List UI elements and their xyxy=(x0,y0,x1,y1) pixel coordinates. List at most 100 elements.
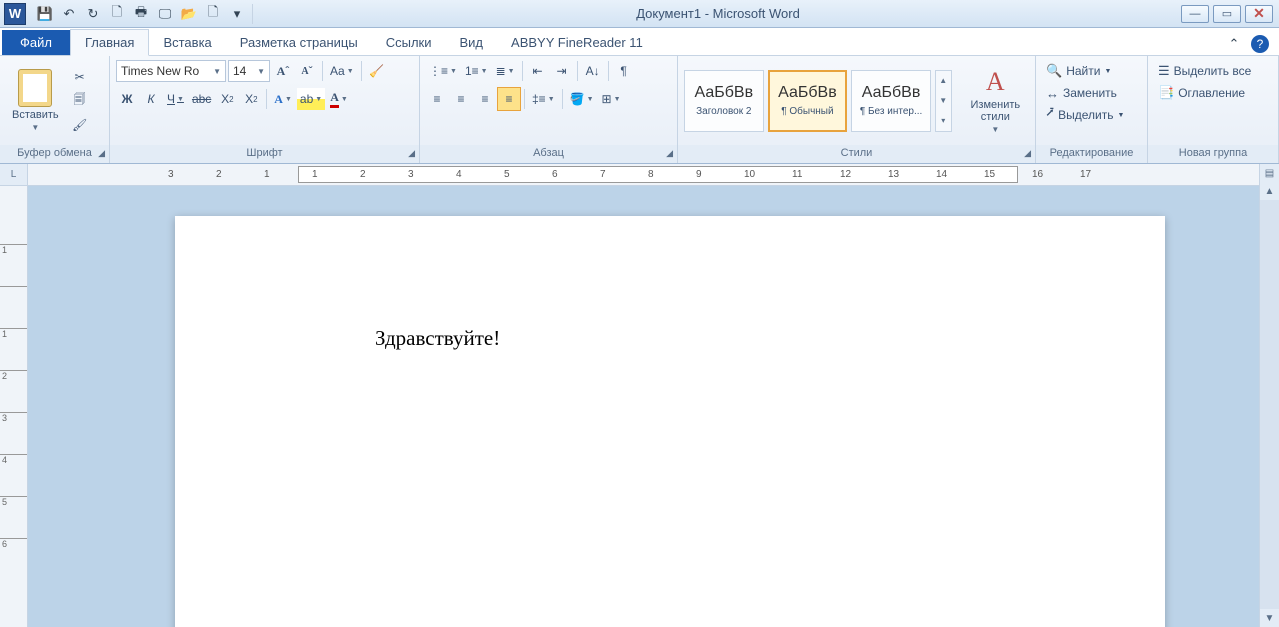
separator xyxy=(577,61,578,81)
shrink-font-icon[interactable]: Aˇ xyxy=(296,60,318,82)
font-color-icon[interactable]: A▼ xyxy=(327,88,351,110)
sort-icon[interactable]: A↓ xyxy=(582,60,604,82)
replace-button[interactable]: ↔Заменить xyxy=(1042,82,1141,104)
justify-icon[interactable]: ≡ xyxy=(498,88,520,110)
tab-home[interactable]: Главная xyxy=(70,29,149,56)
separator xyxy=(524,89,525,109)
bullets-icon[interactable]: ⋮≡▼ xyxy=(426,60,460,82)
copy-icon[interactable]: 🗐 xyxy=(69,90,91,112)
group-label-paragraph: Абзац◢ xyxy=(420,145,677,163)
ruler-toggle-icon[interactable]: ▤ xyxy=(1260,164,1279,182)
decrease-indent-icon[interactable]: ⇤ xyxy=(527,60,549,82)
qat-customize-icon[interactable]: ▾ xyxy=(226,3,248,25)
scroll-up-icon[interactable]: ▲ xyxy=(1260,182,1279,200)
select-button[interactable]: ⭷Выделить▼ xyxy=(1042,104,1141,126)
qat-save-icon[interactable]: 💾 xyxy=(34,3,56,25)
select-all-button[interactable]: ☰Выделить все xyxy=(1154,60,1272,82)
strikethrough-button[interactable]: abc xyxy=(189,88,214,110)
ruler-number: 8 xyxy=(648,169,654,180)
ruler-number: 14 xyxy=(936,169,947,180)
page[interactable]: Здравствуйте! xyxy=(175,216,1165,627)
tab-references[interactable]: Ссылки xyxy=(372,30,446,55)
qat-preview-icon[interactable]: 🖵 xyxy=(154,3,176,25)
tab-abbyy[interactable]: ABBYY FineReader 11 xyxy=(497,30,657,55)
qat-doc-icon[interactable]: 🗋 xyxy=(202,3,224,25)
paste-label: Вставить xyxy=(12,109,59,121)
bold-button[interactable]: Ж xyxy=(116,88,138,110)
style-normal[interactable]: АаБбВв ¶ Обычный xyxy=(768,70,848,132)
qat-new-icon[interactable]: 🗋 xyxy=(106,3,128,25)
show-marks-icon[interactable]: ¶ xyxy=(613,60,635,82)
format-painter-icon[interactable]: 🖌 xyxy=(69,114,91,136)
clear-formatting-icon[interactable]: 🧹 xyxy=(366,60,388,82)
file-tab[interactable]: Файл xyxy=(2,30,70,55)
style-name: Заголовок 2 xyxy=(696,106,751,117)
document-area[interactable]: Здравствуйте! xyxy=(28,186,1259,627)
minimize-ribbon-icon[interactable]: ⌃ xyxy=(1223,33,1245,55)
separator xyxy=(608,61,609,81)
ruler-number: 1 xyxy=(264,169,270,180)
tab-insert[interactable]: Вставка xyxy=(149,30,225,55)
vertical-scrollbar[interactable]: ▤ ▲ ▼ xyxy=(1259,164,1279,627)
italic-button[interactable]: К xyxy=(140,88,162,110)
group-label-editing: Редактирование xyxy=(1036,145,1147,163)
select-all-icon: ☰ xyxy=(1158,63,1170,79)
find-button[interactable]: 🔍Найти▼ xyxy=(1042,60,1141,82)
group-label-font: Шрифт◢ xyxy=(110,145,419,163)
separator xyxy=(562,89,563,109)
toc-button[interactable]: 📑Оглавление xyxy=(1154,82,1272,104)
close-button[interactable]: ✕ xyxy=(1245,5,1273,23)
shading-icon[interactable]: 🪣▼ xyxy=(567,88,597,110)
line-spacing-icon[interactable]: ‡≡▼ xyxy=(529,88,558,110)
cut-icon[interactable]: ✂ xyxy=(69,66,91,88)
scroll-track[interactable] xyxy=(1260,200,1279,609)
tab-view[interactable]: Вид xyxy=(446,30,498,55)
help-icon[interactable]: ? xyxy=(1251,35,1269,53)
group-paragraph: ⋮≡▼ 1≡▼ ≣▼ ⇤ ⇥ A↓ ¶ ≡ ≡ ≡ ≡ ‡≡▼ 🪣▼ ⊞ xyxy=(420,56,678,163)
vertical-ruler[interactable]: 1 1 2 3 4 5 6 xyxy=(0,186,27,627)
qat-open-icon[interactable]: 📂 xyxy=(178,3,200,25)
ruler-number: 15 xyxy=(984,169,995,180)
style-heading2[interactable]: АаБбВв Заголовок 2 xyxy=(684,70,764,132)
superscript-button[interactable]: X2 xyxy=(240,88,262,110)
main-column: 3211234567891011121314151617 Здравствуйт… xyxy=(28,164,1259,627)
ruler-number: 10 xyxy=(744,169,755,180)
align-right-icon[interactable]: ≡ xyxy=(474,88,496,110)
dialog-launcher-icon[interactable]: ◢ xyxy=(1024,148,1031,159)
highlight-icon[interactable]: ab▼ xyxy=(297,88,325,110)
align-center-icon[interactable]: ≡ xyxy=(450,88,472,110)
font-name-combo[interactable]: Times New Ro▼ xyxy=(116,60,226,82)
tab-selector-icon[interactable]: L xyxy=(0,164,27,186)
underline-button[interactable]: Ч▼ xyxy=(164,88,187,110)
qat-print-icon[interactable]: 🖶 xyxy=(130,3,152,25)
text-effects-icon[interactable]: A▼ xyxy=(271,88,295,110)
numbering-icon[interactable]: 1≡▼ xyxy=(462,60,491,82)
dialog-launcher-icon[interactable]: ◢ xyxy=(666,148,673,159)
grow-font-icon[interactable]: Aˆ xyxy=(272,60,294,82)
document-text[interactable]: Здравствуйте! xyxy=(375,326,965,351)
separator xyxy=(361,61,362,81)
change-styles-button[interactable]: A Изменить стили ▼ xyxy=(962,65,1029,136)
dialog-launcher-icon[interactable]: ◢ xyxy=(408,148,415,159)
qat-redo-icon[interactable]: ↻ xyxy=(82,3,104,25)
horizontal-ruler[interactable]: 3211234567891011121314151617 xyxy=(28,164,1259,186)
align-left-icon[interactable]: ≡ xyxy=(426,88,448,110)
minimize-button[interactable]: — xyxy=(1181,5,1209,23)
subscript-button[interactable]: X2 xyxy=(216,88,238,110)
group-font: Times New Ro▼ 14▼ Aˆ Aˇ Aa▼ 🧹 Ж К Ч▼ abc… xyxy=(110,56,420,163)
increase-indent-icon[interactable]: ⇥ xyxy=(551,60,573,82)
styles-more-button[interactable]: ▲▼▾ xyxy=(935,70,952,132)
borders-icon[interactable]: ⊞▼ xyxy=(599,88,624,110)
multilevel-list-icon[interactable]: ≣▼ xyxy=(493,60,518,82)
style-no-spacing[interactable]: АаБбВв ¶ Без интер... xyxy=(851,70,931,132)
font-size-combo[interactable]: 14▼ xyxy=(228,60,270,82)
dialog-launcher-icon[interactable]: ◢ xyxy=(98,148,105,159)
tab-page-layout[interactable]: Разметка страницы xyxy=(226,30,372,55)
scroll-down-icon[interactable]: ▼ xyxy=(1260,609,1279,627)
maximize-button[interactable]: ▭ xyxy=(1213,5,1241,23)
change-case-icon[interactable]: Aa▼ xyxy=(327,60,357,82)
word-app-icon: W xyxy=(4,3,26,25)
qat-undo-icon[interactable]: ↶ xyxy=(58,3,80,25)
paste-button[interactable]: Вставить ▼ xyxy=(6,67,65,134)
ruler-number: 17 xyxy=(1080,169,1091,180)
